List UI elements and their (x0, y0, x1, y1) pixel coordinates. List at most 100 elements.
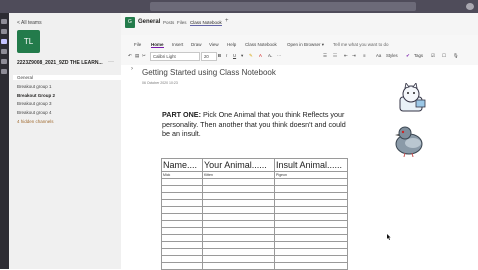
todo-icon[interactable]: ☑ (431, 52, 435, 59)
files-icon[interactable] (1, 69, 7, 74)
cell-insult-animal[interactable] (274, 178, 348, 186)
cell-name[interactable] (161, 262, 203, 270)
font-size-select[interactable]: 20 (201, 52, 217, 61)
more-formatting-icon[interactable]: ··· (277, 52, 281, 59)
channel-item[interactable]: 4 hidden channels (17, 119, 54, 124)
font-color-icon[interactable]: A (259, 52, 262, 59)
align-icon[interactable]: ≡ (363, 52, 366, 59)
cell-your-animal[interactable] (202, 255, 275, 263)
cell-insult-animal[interactable] (274, 199, 348, 207)
ribbon-tab-insert[interactable]: Insert (172, 42, 183, 47)
tab-posts[interactable]: Posts (163, 20, 174, 25)
underline-button[interactable]: U (233, 52, 236, 59)
cell-name[interactable] (161, 227, 203, 235)
cell-insult-animal[interactable] (274, 262, 348, 270)
cell-name[interactable] (161, 255, 203, 263)
team-name[interactable]: 2223Z9008_2021_9ZD THE LEARN... (17, 60, 112, 66)
cell-your-animal[interactable] (202, 199, 275, 207)
ribbon-tab-home[interactable]: Home (151, 42, 164, 48)
italic-button[interactable]: I (226, 52, 227, 59)
cell-insult-animal[interactable] (274, 241, 348, 249)
ribbon-tab-class-notebook[interactable]: Class Notebook (245, 42, 277, 47)
styles-dropdown[interactable]: Styles (386, 52, 398, 59)
add-tab-button[interactable]: + (225, 18, 229, 24)
cell-insult-animal[interactable] (274, 213, 348, 221)
animals-table[interactable]: Name.... Your Animal...... Insult Animal… (161, 158, 348, 270)
cell-your-animal[interactable] (202, 178, 275, 186)
cell-name[interactable] (161, 206, 203, 214)
clear-formatting-icon[interactable]: A̶ (268, 52, 271, 59)
column-header-your-animal[interactable]: Your Animal...... (202, 158, 275, 172)
ribbon-tab-view[interactable]: View (209, 42, 219, 47)
search-bar[interactable] (150, 2, 416, 11)
cell-name[interactable] (161, 185, 203, 193)
tab-files[interactable]: Files (177, 20, 187, 25)
tags-dropdown[interactable]: Tags (414, 52, 423, 59)
channel-item[interactable]: Breakout group 1 (17, 84, 52, 89)
activity-icon[interactable] (1, 19, 7, 24)
cell-insult-animal[interactable] (274, 234, 348, 242)
tell-me-search[interactable]: Tell me what you want to do (333, 42, 389, 47)
more-options-icon[interactable]: ··· (108, 59, 114, 65)
column-header-insult-animal[interactable]: Insult Animal...... (274, 158, 348, 172)
calendar-icon[interactable] (1, 49, 7, 54)
format-painter-icon[interactable]: ✂ (142, 52, 146, 59)
meeting-details-icon[interactable]: ☐ (442, 52, 446, 59)
channel-item[interactable]: Breakout Group 2 (17, 93, 55, 98)
highlight-icon[interactable]: ▾ (241, 52, 243, 59)
numbering-icon[interactable]: ☷ (333, 52, 337, 59)
channel-item[interactable]: General (13, 75, 124, 80)
ribbon-tab-draw[interactable]: Draw (191, 42, 202, 47)
highlighter-icon[interactable]: ✎ (249, 52, 253, 59)
cell-insult-animal[interactable] (274, 227, 348, 235)
paste-icon[interactable]: ▤ (135, 52, 139, 59)
cell-insult-animal[interactable]: Pigeon (274, 171, 348, 179)
cell-name[interactable] (161, 178, 203, 186)
bold-button[interactable]: B (218, 52, 221, 59)
cell-your-animal[interactable] (202, 241, 275, 249)
cell-name[interactable] (161, 248, 203, 256)
all-teams-link[interactable]: < All teams (17, 20, 42, 26)
cell-your-animal[interactable] (202, 213, 275, 221)
cell-name[interactable] (161, 220, 203, 228)
expand-navigation-icon[interactable]: › (131, 66, 133, 72)
cell-insult-animal[interactable] (274, 185, 348, 193)
channel-item[interactable]: Breakout group 3 (17, 101, 52, 106)
cell-your-animal[interactable] (202, 206, 275, 214)
instruction-text[interactable]: PART ONE: Pick One Animal that you think… (162, 110, 352, 139)
cell-your-animal[interactable] (202, 248, 275, 256)
cell-name[interactable] (161, 199, 203, 207)
bullets-icon[interactable]: ☰ (323, 52, 327, 59)
cell-insult-animal[interactable] (274, 220, 348, 228)
channel-item[interactable]: Breakout group 4 (17, 110, 52, 115)
cell-name[interactable] (161, 234, 203, 242)
tab-class-notebook[interactable]: Class Notebook (190, 20, 222, 26)
cell-name[interactable] (161, 241, 203, 249)
styles-icon[interactable]: Aa (376, 52, 381, 59)
cell-name[interactable] (161, 213, 203, 221)
dictate-icon[interactable]: 🎙 (453, 52, 458, 59)
undo-icon[interactable]: ↶ (128, 52, 132, 59)
font-name-select[interactable]: Calibri Light (150, 52, 200, 61)
cell-your-animal[interactable] (202, 220, 275, 228)
cell-insult-animal[interactable] (274, 255, 348, 263)
cell-name[interactable]: Mick (161, 171, 203, 179)
cell-insult-animal[interactable] (274, 192, 348, 200)
calls-icon[interactable] (1, 59, 7, 64)
cell-your-animal[interactable] (202, 234, 275, 242)
open-in-browser-button[interactable]: Open in Browser ▾ (287, 42, 324, 48)
indent-icon[interactable]: ⇥ (352, 52, 356, 59)
cell-insult-animal[interactable] (274, 206, 348, 214)
cell-your-animal[interactable]: Kitten (202, 171, 275, 179)
ribbon-tab-file[interactable]: File (134, 42, 141, 47)
cell-your-animal[interactable] (202, 185, 275, 193)
tag-icon[interactable]: ✔ (406, 52, 410, 59)
teams-icon[interactable] (1, 39, 7, 44)
page-title[interactable]: Getting Started using Class Notebook (142, 68, 276, 77)
ribbon-tab-help[interactable]: Help (227, 42, 236, 47)
cell-name[interactable] (161, 192, 203, 200)
chat-icon[interactable] (1, 29, 7, 34)
profile-avatar[interactable] (466, 3, 474, 10)
cell-your-animal[interactable] (202, 262, 275, 270)
cell-your-animal[interactable] (202, 227, 275, 235)
